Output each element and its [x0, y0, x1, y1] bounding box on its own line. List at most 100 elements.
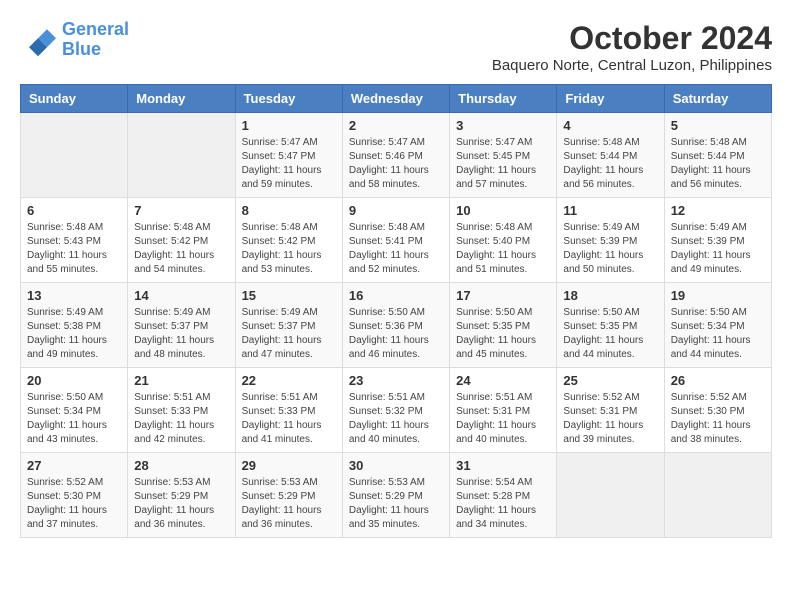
day-cell: 22 Sunrise: 5:51 AM Sunset: 5:33 PM Dayli…	[235, 368, 342, 453]
day-cell: 12 Sunrise: 5:49 AM Sunset: 5:39 PM Dayli…	[664, 198, 771, 283]
week-row-5: 27 Sunrise: 5:52 AM Sunset: 5:30 PM Dayli…	[21, 453, 772, 538]
day-cell	[21, 113, 128, 198]
day-number: 5	[671, 118, 765, 133]
day-info: Sunrise: 5:50 AM Sunset: 5:35 PM Dayligh…	[563, 306, 657, 362]
day-cell: 18 Sunrise: 5:50 AM Sunset: 5:35 PM Dayli…	[557, 283, 664, 368]
day-info: Sunrise: 5:51 AM Sunset: 5:31 PM Dayligh…	[456, 391, 550, 447]
day-number: 11	[563, 203, 657, 218]
day-info: Sunrise: 5:52 AM Sunset: 5:30 PM Dayligh…	[671, 391, 765, 447]
day-cell: 20Sunrise: 5:50 AM Sunset: 5:34 PM Dayli…	[21, 368, 128, 453]
page-header: General Blue October 2024 Baquero Norte,…	[20, 20, 772, 74]
day-cell	[557, 453, 664, 538]
day-number: 7	[134, 203, 228, 218]
header-wednesday: Wednesday	[342, 85, 449, 113]
day-info: Sunrise: 5:47 AM Sunset: 5:46 PM Dayligh…	[349, 136, 443, 192]
day-info: Sunrise: 5:51 AM Sunset: 5:32 PM Dayligh…	[349, 391, 443, 447]
day-info: Sunrise: 5:48 AM Sunset: 5:44 PM Dayligh…	[671, 136, 765, 192]
day-number: 3	[456, 118, 550, 133]
day-cell: 30Sunrise: 5:53 AM Sunset: 5:29 PM Dayli…	[342, 453, 449, 538]
day-number: 19	[671, 288, 765, 303]
day-cell: 8 Sunrise: 5:48 AM Sunset: 5:42 PM Daylig…	[235, 198, 342, 283]
day-number: 14	[134, 288, 228, 303]
day-cell: 29Sunrise: 5:53 AM Sunset: 5:29 PM Dayli…	[235, 453, 342, 538]
days-header-row: SundayMondayTuesdayWednesdayThursdayFrid…	[21, 85, 772, 113]
calendar-table: SundayMondayTuesdayWednesdayThursdayFrid…	[20, 84, 772, 538]
day-info: Sunrise: 5:48 AM Sunset: 5:43 PM Dayligh…	[27, 221, 121, 277]
day-cell: 21Sunrise: 5:51 AM Sunset: 5:33 PM Dayli…	[128, 368, 235, 453]
day-cell: 1 Sunrise: 5:47 AM Sunset: 5:47 PM Daylig…	[235, 113, 342, 198]
day-number: 18	[563, 288, 657, 303]
day-cell: 27 Sunrise: 5:52 AM Sunset: 5:30 PM Dayli…	[21, 453, 128, 538]
day-info: Sunrise: 5:49 AM Sunset: 5:39 PM Dayligh…	[563, 221, 657, 277]
day-cell: 26 Sunrise: 5:52 AM Sunset: 5:30 PM Dayli…	[664, 368, 771, 453]
day-number: 10	[456, 203, 550, 218]
location: Baquero Norte, Central Luzon, Philippine…	[492, 57, 772, 74]
day-info: Sunrise: 5:47 AM Sunset: 5:47 PM Dayligh…	[242, 136, 336, 192]
day-info: Sunrise: 5:53 AM Sunset: 5:29 PM Dayligh…	[242, 476, 336, 532]
day-info: Sunrise: 5:50 AM Sunset: 5:34 PM Dayligh…	[27, 391, 121, 447]
day-cell: 24Sunrise: 5:51 AM Sunset: 5:31 PM Dayli…	[450, 368, 557, 453]
day-info: Sunrise: 5:47 AM Sunset: 5:45 PM Dayligh…	[456, 136, 550, 192]
day-number: 17	[456, 288, 550, 303]
day-cell: 14 Sunrise: 5:49 AM Sunset: 5:37 PM Dayli…	[128, 283, 235, 368]
day-cell: 13Sunrise: 5:49 AM Sunset: 5:38 PM Dayli…	[21, 283, 128, 368]
day-cell: 2 Sunrise: 5:47 AM Sunset: 5:46 PM Daylig…	[342, 113, 449, 198]
day-info: Sunrise: 5:49 AM Sunset: 5:37 PM Dayligh…	[242, 306, 336, 362]
day-info: Sunrise: 5:50 AM Sunset: 5:35 PM Dayligh…	[456, 306, 550, 362]
day-cell: 10Sunrise: 5:48 AM Sunset: 5:40 PM Dayli…	[450, 198, 557, 283]
day-number: 9	[349, 203, 443, 218]
day-number: 27	[27, 458, 121, 473]
logo: General Blue	[20, 20, 129, 60]
title-block: October 2024 Baquero Norte, Central Luzo…	[492, 20, 772, 74]
day-number: 15	[242, 288, 336, 303]
header-saturday: Saturday	[664, 85, 771, 113]
logo-line2: Blue	[62, 39, 101, 59]
day-cell: 23Sunrise: 5:51 AM Sunset: 5:32 PM Dayli…	[342, 368, 449, 453]
day-info: Sunrise: 5:48 AM Sunset: 5:42 PM Dayligh…	[242, 221, 336, 277]
day-info: Sunrise: 5:49 AM Sunset: 5:37 PM Dayligh…	[134, 306, 228, 362]
day-info: Sunrise: 5:49 AM Sunset: 5:39 PM Dayligh…	[671, 221, 765, 277]
week-row-1: 1 Sunrise: 5:47 AM Sunset: 5:47 PM Daylig…	[21, 113, 772, 198]
header-thursday: Thursday	[450, 85, 557, 113]
day-info: Sunrise: 5:51 AM Sunset: 5:33 PM Dayligh…	[134, 391, 228, 447]
day-number: 25	[563, 373, 657, 388]
day-cell: 31 Sunrise: 5:54 AM Sunset: 5:28 PM Dayli…	[450, 453, 557, 538]
day-cell: 11 Sunrise: 5:49 AM Sunset: 5:39 PM Dayli…	[557, 198, 664, 283]
day-info: Sunrise: 5:48 AM Sunset: 5:41 PM Dayligh…	[349, 221, 443, 277]
day-number: 16	[349, 288, 443, 303]
day-cell: 25Sunrise: 5:52 AM Sunset: 5:31 PM Dayli…	[557, 368, 664, 453]
day-number: 12	[671, 203, 765, 218]
day-cell: 7 Sunrise: 5:48 AM Sunset: 5:42 PM Daylig…	[128, 198, 235, 283]
day-cell: 28 Sunrise: 5:53 AM Sunset: 5:29 PM Dayli…	[128, 453, 235, 538]
logo-text: General Blue	[62, 20, 129, 60]
day-number: 2	[349, 118, 443, 133]
day-cell	[128, 113, 235, 198]
header-friday: Friday	[557, 85, 664, 113]
day-info: Sunrise: 5:51 AM Sunset: 5:33 PM Dayligh…	[242, 391, 336, 447]
header-tuesday: Tuesday	[235, 85, 342, 113]
day-cell: 15 Sunrise: 5:49 AM Sunset: 5:37 PM Dayli…	[235, 283, 342, 368]
day-info: Sunrise: 5:54 AM Sunset: 5:28 PM Dayligh…	[456, 476, 550, 532]
day-number: 22	[242, 373, 336, 388]
header-sunday: Sunday	[21, 85, 128, 113]
week-row-4: 20Sunrise: 5:50 AM Sunset: 5:34 PM Dayli…	[21, 368, 772, 453]
day-number: 1	[242, 118, 336, 133]
logo-icon	[20, 22, 56, 58]
day-number: 4	[563, 118, 657, 133]
day-number: 8	[242, 203, 336, 218]
month-title: October 2024	[492, 20, 772, 57]
day-cell: 9 Sunrise: 5:48 AM Sunset: 5:41 PM Daylig…	[342, 198, 449, 283]
day-number: 13	[27, 288, 121, 303]
day-number: 26	[671, 373, 765, 388]
day-number: 30	[349, 458, 443, 473]
logo-line1: General	[62, 19, 129, 39]
day-info: Sunrise: 5:48 AM Sunset: 5:42 PM Dayligh…	[134, 221, 228, 277]
day-cell	[664, 453, 771, 538]
day-info: Sunrise: 5:52 AM Sunset: 5:30 PM Dayligh…	[27, 476, 121, 532]
day-number: 31	[456, 458, 550, 473]
day-number: 28	[134, 458, 228, 473]
day-info: Sunrise: 5:50 AM Sunset: 5:36 PM Dayligh…	[349, 306, 443, 362]
day-cell: 3 Sunrise: 5:47 AM Sunset: 5:45 PM Daylig…	[450, 113, 557, 198]
day-cell: 5 Sunrise: 5:48 AM Sunset: 5:44 PM Daylig…	[664, 113, 771, 198]
day-info: Sunrise: 5:53 AM Sunset: 5:29 PM Dayligh…	[134, 476, 228, 532]
